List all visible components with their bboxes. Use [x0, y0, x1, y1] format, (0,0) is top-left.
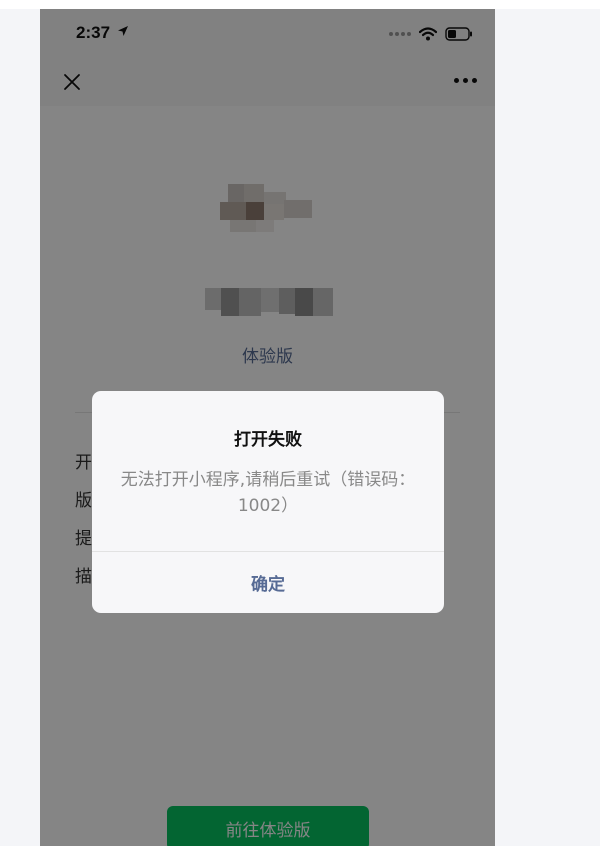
dialog-message: 无法打开小程序,请稍后重试（错误码：1002） [120, 470, 416, 516]
browser-top-strip [0, 0, 600, 9]
screen: 2:37 体验版 开 版 提 描 前往体验版 打开失败 无法打开小程序,请稍后重… [0, 0, 600, 846]
dialog-title: 打开失败 [234, 430, 302, 450]
confirm-button[interactable]: 确定 [92, 552, 444, 613]
error-dialog: 打开失败 无法打开小程序,请稍后重试（错误码：1002） 确定 [92, 391, 444, 613]
